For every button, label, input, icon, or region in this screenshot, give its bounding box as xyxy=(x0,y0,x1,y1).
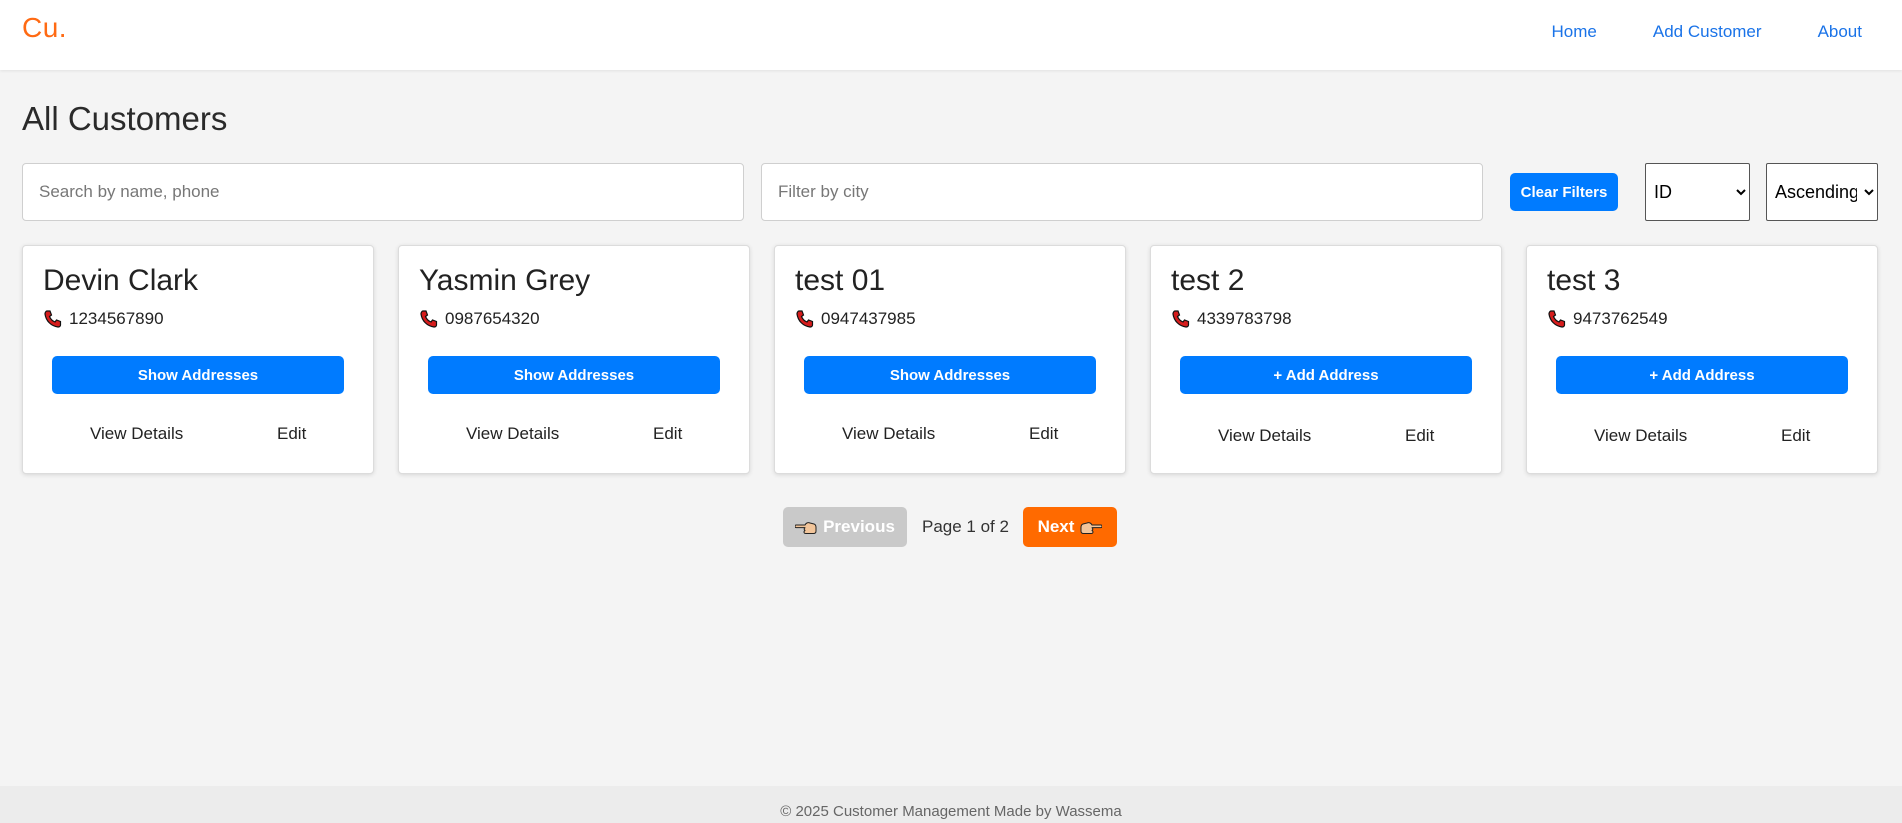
phone-icon xyxy=(420,310,438,328)
sort-order-select[interactable]: Ascending xyxy=(1766,163,1878,221)
customer-phone: 9473762549 xyxy=(1573,309,1668,328)
phone-row: 0987654320 xyxy=(419,309,540,329)
phone-icon xyxy=(1172,310,1190,328)
pointing-right-hand-icon xyxy=(1080,522,1103,534)
view-details-link[interactable]: View Details xyxy=(1218,426,1311,446)
customer-phone: 0947437985 xyxy=(821,309,916,328)
city-filter-input[interactable] xyxy=(761,163,1483,221)
customer-phone: 1234567890 xyxy=(69,309,164,328)
brand-logo[interactable]: Cu. xyxy=(22,12,67,44)
page-title: All Customers xyxy=(22,100,228,137)
customer-card: test 3 9473762549 + Add Address View Det… xyxy=(1526,245,1878,474)
edit-link[interactable]: Edit xyxy=(1029,424,1058,444)
nav-links: Home Add Customer About xyxy=(1552,22,1862,42)
customer-card: test 2 4339783798 + Add Address View Det… xyxy=(1150,245,1502,474)
customer-name: test 2 xyxy=(1171,264,1245,297)
phone-row: 1234567890 xyxy=(43,309,164,329)
sort-field-select[interactable]: ID xyxy=(1645,163,1750,221)
customer-phone: 0987654320 xyxy=(445,309,540,328)
edit-link[interactable]: Edit xyxy=(1405,426,1434,446)
next-label: Next xyxy=(1037,517,1075,536)
navbar: Cu. Home Add Customer About xyxy=(0,0,1902,70)
customer-card: Devin Clark 1234567890 Show Addresses Vi… xyxy=(22,245,374,474)
nav-home-link[interactable]: Home xyxy=(1552,22,1597,42)
next-button[interactable]: Next xyxy=(1023,507,1117,547)
filters-bar: Clear Filters ID Ascending xyxy=(22,163,1880,221)
previous-button[interactable]: Previous xyxy=(783,507,907,547)
clear-filters-button[interactable]: Clear Filters xyxy=(1510,173,1618,211)
nav-about-link[interactable]: About xyxy=(1818,22,1862,42)
edit-link[interactable]: Edit xyxy=(653,424,682,444)
edit-link[interactable]: Edit xyxy=(1781,426,1810,446)
customer-name: Devin Clark xyxy=(43,264,199,297)
view-details-link[interactable]: View Details xyxy=(842,424,935,444)
phone-row: 0947437985 xyxy=(795,309,916,329)
nav-add-customer-link[interactable]: Add Customer xyxy=(1653,22,1762,42)
view-details-link[interactable]: View Details xyxy=(466,424,559,444)
customer-name: test 01 xyxy=(795,264,886,297)
previous-label: Previous xyxy=(823,517,895,536)
footer: © 2025 Customer Management Made by Wasse… xyxy=(0,786,1902,823)
view-details-link[interactable]: View Details xyxy=(1594,426,1687,446)
view-details-link[interactable]: View Details xyxy=(90,424,183,444)
customer-name: Yasmin Grey xyxy=(419,264,591,297)
customer-card: test 01 0947437985 Show Addresses View D… xyxy=(774,245,1126,474)
pointing-left-hand-icon xyxy=(795,522,817,534)
customer-phone: 4339783798 xyxy=(1197,309,1292,328)
phone-row: 4339783798 xyxy=(1171,309,1292,329)
page-indicator: Page 1 of 2 xyxy=(922,517,1009,536)
add-address-button[interactable]: + Add Address xyxy=(1180,356,1472,394)
customer-card: Yasmin Grey 0987654320 Show Addresses Vi… xyxy=(398,245,750,474)
search-input[interactable] xyxy=(22,163,744,221)
phone-row: 9473762549 xyxy=(1547,309,1668,329)
edit-link[interactable]: Edit xyxy=(277,424,306,444)
pagination: Previous Page 1 of 2 Next xyxy=(0,507,1902,547)
add-address-button[interactable]: + Add Address xyxy=(1556,356,1848,394)
phone-icon xyxy=(796,310,814,328)
phone-icon xyxy=(1548,310,1566,328)
show-addresses-button[interactable]: Show Addresses xyxy=(804,356,1096,394)
phone-icon xyxy=(44,310,62,328)
customer-name: test 3 xyxy=(1547,264,1621,297)
show-addresses-button[interactable]: Show Addresses xyxy=(52,356,344,394)
show-addresses-button[interactable]: Show Addresses xyxy=(428,356,720,394)
